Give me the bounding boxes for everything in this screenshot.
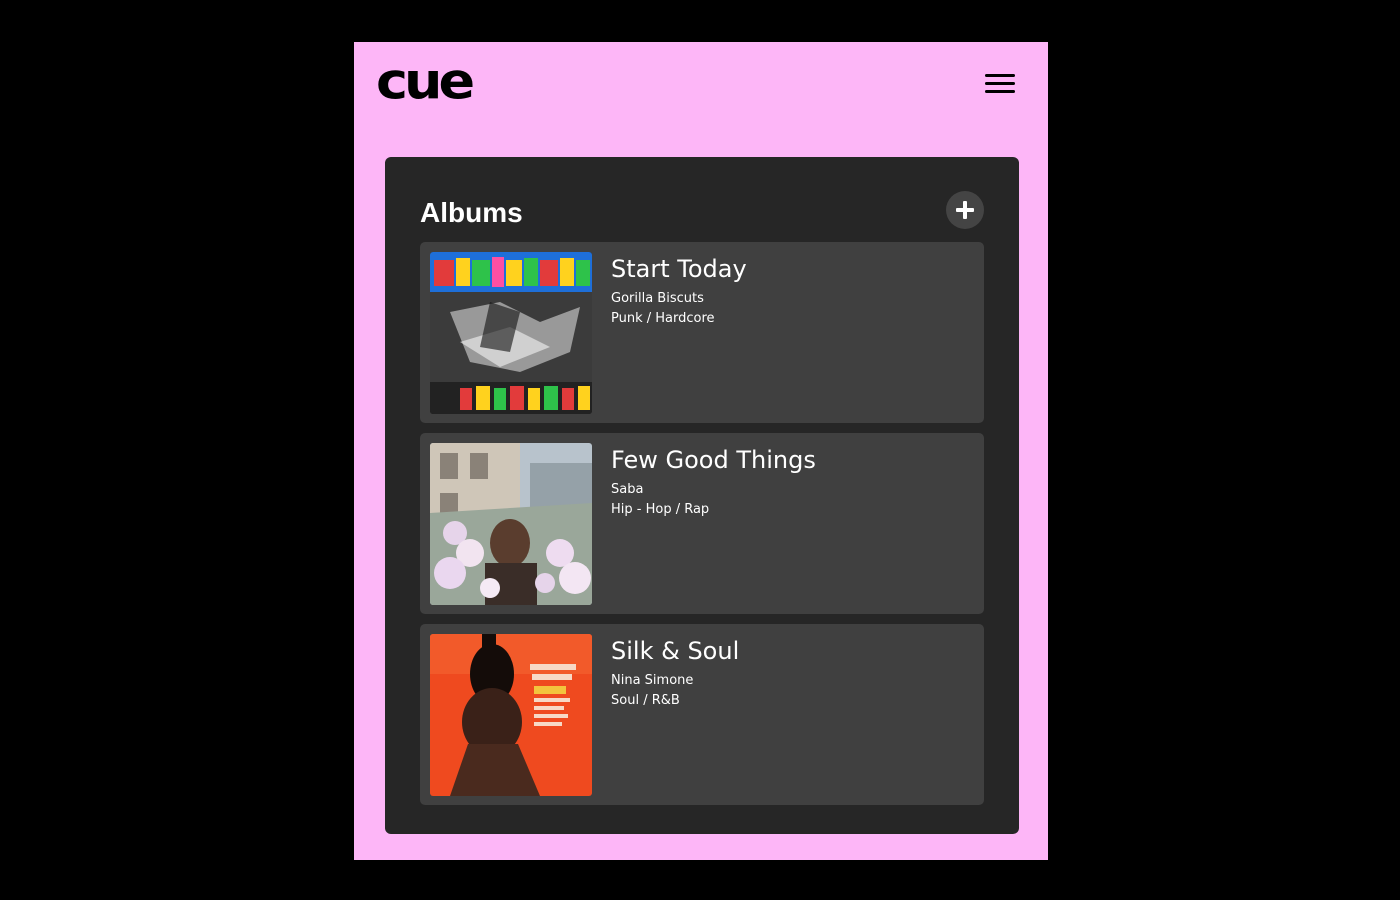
album-cover-silk-and-soul: [430, 634, 592, 796]
albums-panel: Albums Start Today Gorilla Biscuts Punk …: [385, 157, 1019, 834]
album-artist: Gorilla Biscuts: [611, 291, 704, 306]
cue-logo[interactable]: cue: [376, 53, 475, 112]
albums-heading: Albums: [420, 197, 523, 228]
hamburger-menu-icon[interactable]: [982, 70, 1018, 100]
album-cover-start-today: [430, 252, 592, 414]
app-screen: cue Albums Start Today Gorilla Biscuts P…: [354, 42, 1048, 860]
cover-art-nina-simone: [430, 634, 592, 796]
album-genre: Punk / Hardcore: [611, 311, 715, 326]
header: cue: [354, 42, 1048, 128]
album-card-start-today[interactable]: Start Today Gorilla Biscuts Punk / Hardc…: [420, 242, 984, 423]
menu-line: [985, 74, 1015, 77]
album-cover-few-good-things: [430, 443, 592, 605]
add-album-button[interactable]: [946, 191, 984, 229]
album-card-few-good-things[interactable]: Few Good Things Saba Hip - Hop / Rap: [420, 433, 984, 614]
menu-line: [985, 90, 1015, 93]
album-title: Start Today: [611, 255, 747, 283]
album-title: Few Good Things: [611, 446, 816, 474]
album-genre: Hip - Hop / Rap: [611, 502, 710, 517]
album-artist: Saba: [611, 482, 644, 497]
menu-line: [985, 82, 1015, 85]
cover-art-saba: [430, 443, 592, 605]
album-card-silk-and-soul[interactable]: Silk & Soul Nina Simone Soul / R&B: [420, 624, 984, 805]
cover-art-gorilla-biscuits: [430, 252, 592, 414]
album-title: Silk & Soul: [611, 637, 740, 665]
album-genre: Soul / R&B: [611, 693, 680, 708]
album-artist: Nina Simone: [611, 673, 694, 688]
